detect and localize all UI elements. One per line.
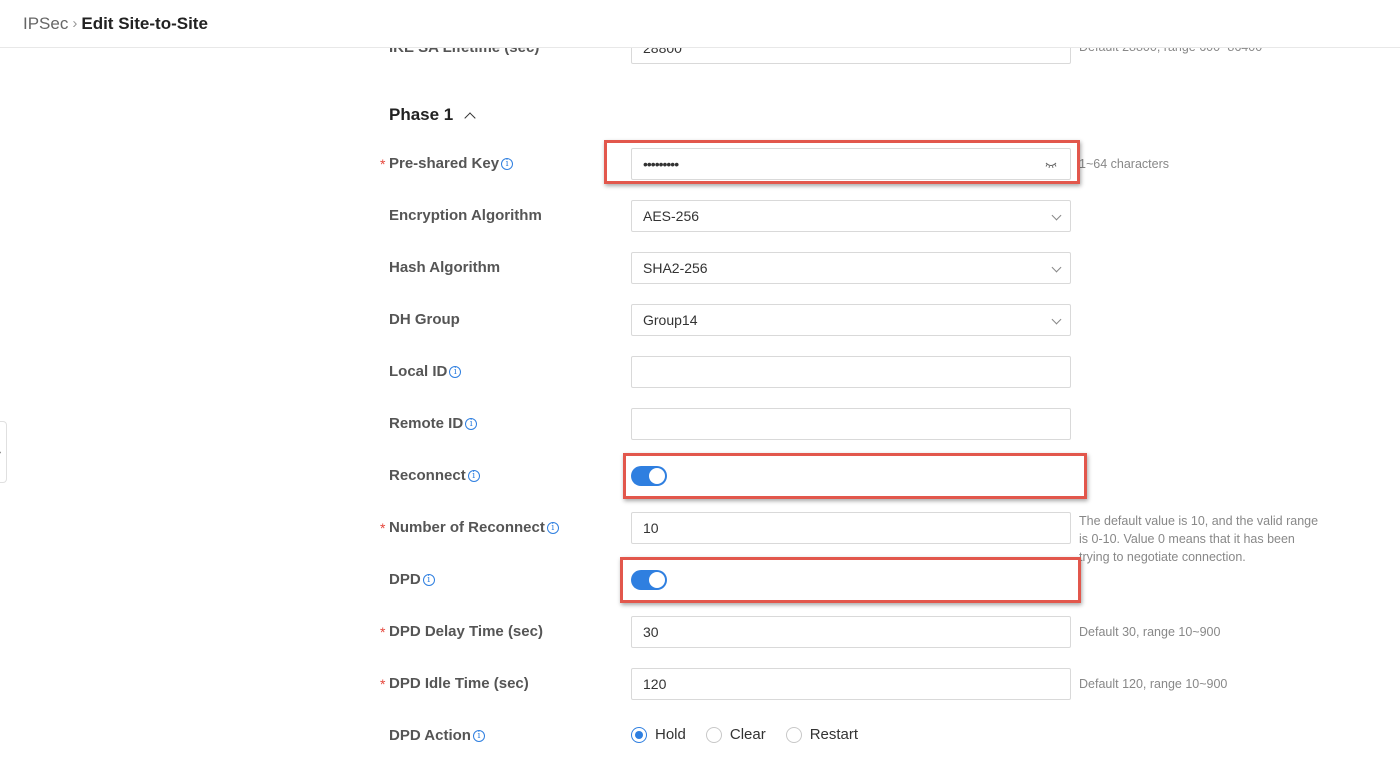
dpd-delay-hint: Default 30, range 10~900 bbox=[1079, 625, 1221, 639]
dpd-label: DPD i bbox=[389, 570, 435, 590]
chevron-down-icon bbox=[1051, 262, 1062, 273]
dpd-delay-input[interactable]: 30 bbox=[631, 616, 1071, 648]
breadcrumb: IPSec › Edit Site-to-Site bbox=[23, 13, 208, 35]
local-id-label: Local ID i bbox=[389, 362, 462, 382]
required-marker: * bbox=[380, 520, 386, 536]
radio-clear[interactable]: Clear bbox=[705, 726, 766, 743]
num-reconnect-hint: The default value is 10, and the valid r… bbox=[1079, 514, 1319, 564]
required-marker: * bbox=[380, 156, 386, 172]
chevron-down-icon bbox=[1051, 210, 1062, 221]
local-id-input[interactable] bbox=[631, 356, 1071, 388]
chevron-down-icon bbox=[1051, 314, 1062, 325]
expand-icon: › bbox=[0, 447, 1, 458]
radio-indicator[interactable] bbox=[705, 726, 722, 743]
info-icon[interactable]: i bbox=[546, 522, 559, 534]
reconnect-label: Reconnect i bbox=[389, 466, 480, 486]
radio-hold[interactable]: Hold bbox=[631, 726, 686, 743]
remote-id-input[interactable] bbox=[631, 408, 1071, 440]
info-icon[interactable]: i bbox=[501, 158, 514, 170]
required-marker: * bbox=[380, 624, 386, 640]
radio-indicator[interactable] bbox=[631, 726, 647, 743]
num-reconnect-input[interactable]: 10 bbox=[631, 512, 1071, 544]
top-bar: IPSec › Edit Site-to-Site bbox=[0, 0, 1400, 48]
info-icon[interactable]: i bbox=[465, 418, 478, 430]
info-icon[interactable]: i bbox=[422, 574, 435, 586]
page-title: Edit Site-to-Site bbox=[81, 14, 208, 33]
chevron-up-icon[interactable] bbox=[464, 111, 476, 124]
highlight-box-dpd bbox=[620, 557, 1081, 603]
info-icon[interactable]: i bbox=[472, 730, 485, 742]
remote-id-label: Remote ID i bbox=[389, 414, 478, 434]
hash-select[interactable]: SHA2-256 bbox=[631, 252, 1071, 284]
required-marker: * bbox=[380, 676, 386, 692]
highlight-box-reconnect bbox=[623, 453, 1087, 499]
phase1-title: Phase 1 bbox=[389, 105, 454, 124]
dpd-idle-label: * DPD Idle Time (sec) bbox=[380, 675, 529, 692]
dpd-delay-label: * DPD Delay Time (sec) bbox=[380, 623, 543, 640]
dh-group-select[interactable]: Group14 bbox=[631, 304, 1071, 336]
hash-label: Hash Algorithm bbox=[389, 259, 501, 276]
dpd-idle-hint: Default 120, range 10~900 bbox=[1079, 677, 1228, 691]
encryption-select[interactable]: AES-256 bbox=[631, 200, 1071, 232]
breadcrumb-separator: › bbox=[72, 15, 78, 32]
encryption-label: Encryption Algorithm bbox=[389, 207, 542, 224]
breadcrumb-ipsec[interactable]: IPSec bbox=[23, 13, 68, 35]
info-icon[interactable]: i bbox=[449, 366, 462, 378]
dpd-action-radio-group: Hold Clear Restart bbox=[631, 726, 878, 743]
dpd-action-label: DPD Action i bbox=[389, 726, 485, 746]
radio-indicator[interactable] bbox=[785, 726, 802, 743]
highlight-box-psk bbox=[604, 140, 1080, 184]
sidebar-expand-handle[interactable]: › bbox=[0, 421, 7, 483]
phase1-section-header[interactable]: Phase 1 bbox=[389, 105, 476, 125]
dpd-idle-input[interactable]: 120 bbox=[631, 668, 1071, 700]
dh-group-label: DH Group bbox=[389, 311, 460, 328]
num-reconnect-label: * Number of Reconnect i bbox=[380, 518, 559, 538]
psk-label: * Pre-shared Key i bbox=[380, 154, 514, 174]
radio-restart[interactable]: Restart bbox=[785, 726, 858, 743]
psk-hint: 1~64 characters bbox=[1079, 157, 1169, 171]
info-icon[interactable]: i bbox=[467, 470, 480, 482]
